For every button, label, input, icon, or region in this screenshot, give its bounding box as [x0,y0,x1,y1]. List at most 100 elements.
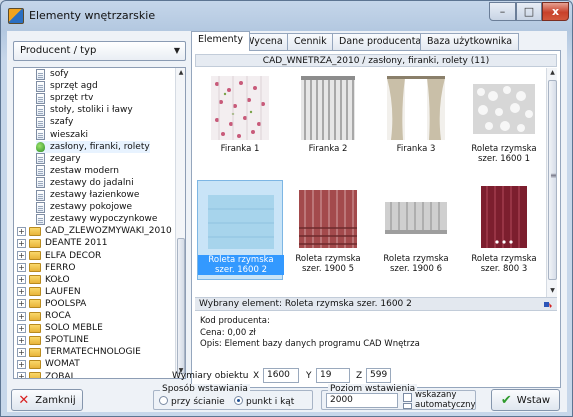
expand-icon[interactable]: + [17,359,26,369]
dimension-z-input[interactable]: 599 [366,368,391,383]
tree-folder[interactable]: + SPOTLINE [17,334,89,346]
expand-icon[interactable]: + [17,299,26,309]
catalog-item[interactable]: Roleta rzymska szer. 1900 5 [285,180,371,280]
curtain-drape-cream-icon [387,76,445,140]
catalog-item[interactable]: Firanka 3 [373,70,459,170]
tab-elementy[interactable]: Elementy [191,31,250,51]
tab-baza-uzytkownika[interactable]: Baza użytkownika [420,33,520,50]
tree-folder[interactable]: + ZOBAL [17,371,76,378]
tree-scroll-thumb[interactable] [177,238,185,374]
tree-item[interactable]: sprzęt rtv [36,92,93,104]
minimize-button[interactable]: – [489,2,516,21]
scroll-down-icon[interactable]: ▼ [548,287,557,296]
catalog-item[interactable]: Roleta rzymska szer. 1600 1 [461,70,545,170]
folder-icon [29,299,41,309]
expand-icon[interactable]: + [17,287,26,297]
radio-point-angle-indicator [234,396,243,405]
element-details: Kod producenta: Cena: 0,00 zł Opis: Elem… [200,316,550,351]
tree-folder[interactable]: + FERRO [17,262,75,274]
tree-folder[interactable]: + TERMATECHNOLOGIE [17,346,141,358]
scroll-up-icon[interactable]: ▲ [177,69,185,78]
checkmark-icon: ✔ [500,392,512,408]
tree-item[interactable]: zestaw modern [36,165,119,177]
tree-item[interactable]: sofy [36,68,69,80]
grid-scrollbar[interactable]: ▲ ▼ [546,68,557,298]
expand-icon[interactable]: + [17,323,26,333]
document-icon [36,177,45,189]
expand-icon[interactable]: + [17,335,26,345]
paint-bucket-icon[interactable] [543,300,553,309]
close-window-button[interactable]: x [542,2,569,21]
tree-item-label: wieszaki [50,129,89,140]
tree-item-label: szafy [50,117,74,128]
tree-item-label: zegary [50,153,81,164]
tree-folder[interactable]: + LAUFEN [17,286,81,298]
folder-icon [29,311,41,321]
level-auto-checkbox-2[interactable] [403,403,412,409]
tree-scrollbar[interactable]: ▲ ▼ [175,68,185,378]
insert-level-input[interactable]: 2000 [326,393,398,408]
tree-item[interactable]: zestawy do jadalni [36,177,134,189]
app-icon [8,8,24,24]
tree-item[interactable]: zestawy wypoczynkowe [36,213,157,225]
producer-type-dropdown[interactable]: Producent / typ ▼ [13,41,186,61]
tab-cennik[interactable]: Cennik [287,33,334,50]
catalog-item[interactable]: Firanka 2 [285,70,371,170]
curtain-sheer-grey-icon [301,76,355,140]
level-auto-checkbox-1[interactable] [403,393,412,402]
tree-item[interactable]: stoły, stoliki i ławy [36,104,133,116]
insert-button[interactable]: ✔ Wstaw [491,389,560,411]
expand-icon[interactable]: + [17,226,26,236]
tree-folder[interactable]: + POOLSPA [17,298,86,310]
document-icon [36,68,45,80]
folder-icon [29,347,41,357]
tree-item[interactable]: zegary [36,153,81,165]
tree-item[interactable]: zasłony, firanki, rolety [36,140,150,153]
grid-scroll-thumb[interactable] [548,80,557,280]
roman-blind-white-texture-icon [473,84,535,134]
tree-item[interactable]: zestawy łazienkowe [36,189,139,201]
maximize-button[interactable]: □ [516,2,542,21]
expand-icon[interactable]: + [17,263,26,273]
document-icon [36,92,45,104]
tree-item[interactable]: szafy [36,116,73,128]
catalog-item[interactable]: Roleta rzymska szer. 800 3 [461,180,545,280]
folder-icon [29,335,41,345]
tree-folder[interactable]: + ROCA [17,310,71,322]
title-bar[interactable]: Elementy wnętrzarskie – □ x [1,1,572,31]
chevron-down-icon: ▼ [173,46,180,55]
tab-dane-producenta[interactable]: Dane producenta [332,33,429,50]
tree-item[interactable]: zestawy pokojowe [36,201,132,213]
catalog-item[interactable]: Roleta rzymska szer. 1900 6 [373,180,459,280]
tree-item[interactable]: wieszaki [36,129,88,141]
radio-wall[interactable]: przy ścianie [159,396,225,407]
tree-folder[interactable]: + KOŁO [17,274,70,286]
tree-folder[interactable]: + CAD_ZLEWOZMYWAKI_2010 [17,225,172,237]
dimension-x-input[interactable]: 1600 [263,368,299,383]
expand-icon[interactable]: + [17,372,26,378]
tree-folder[interactable]: + SOLO MEBLE [17,322,103,334]
z-label: Z [356,371,363,381]
catalog-item[interactable]: Firanka 1 [197,70,283,170]
expand-icon[interactable]: + [17,238,26,248]
tree-folder[interactable]: + DEANTE 2011 [17,237,107,249]
expand-icon[interactable]: + [17,311,26,321]
tree-folder[interactable]: + ELFA DECOR [17,250,101,262]
level-auto-line1: wskazany [415,390,457,400]
roman-blind-light-blue-icon [208,195,274,249]
bottom-bar: ✕ Zamknij Sposób wstawiania przy ścianie… [7,383,567,412]
document-icon [36,80,45,92]
radio-point-angle[interactable]: punkt i kąt [234,396,294,407]
catalog-item-selected[interactable]: Roleta rzymska szer. 1600 2 [197,180,284,280]
expand-icon[interactable]: + [17,251,26,260]
item-label: Firanka 1 [220,144,260,154]
close-button[interactable]: ✕ Zamknij [11,389,83,411]
expand-icon[interactable]: + [17,275,26,285]
category-header: CAD_WNETRZA_2010 / zasłony, firanki, rol… [195,54,557,67]
scroll-up-icon[interactable]: ▲ [548,69,557,78]
item-label: Roleta rzymska szer. 800 3 [471,254,537,274]
tree-folder[interactable]: + WOMAT [17,358,80,370]
expand-icon[interactable]: + [17,347,26,357]
dimension-y-input[interactable]: 19 [316,368,350,383]
tree-item[interactable]: sprzęt agd [36,80,98,92]
